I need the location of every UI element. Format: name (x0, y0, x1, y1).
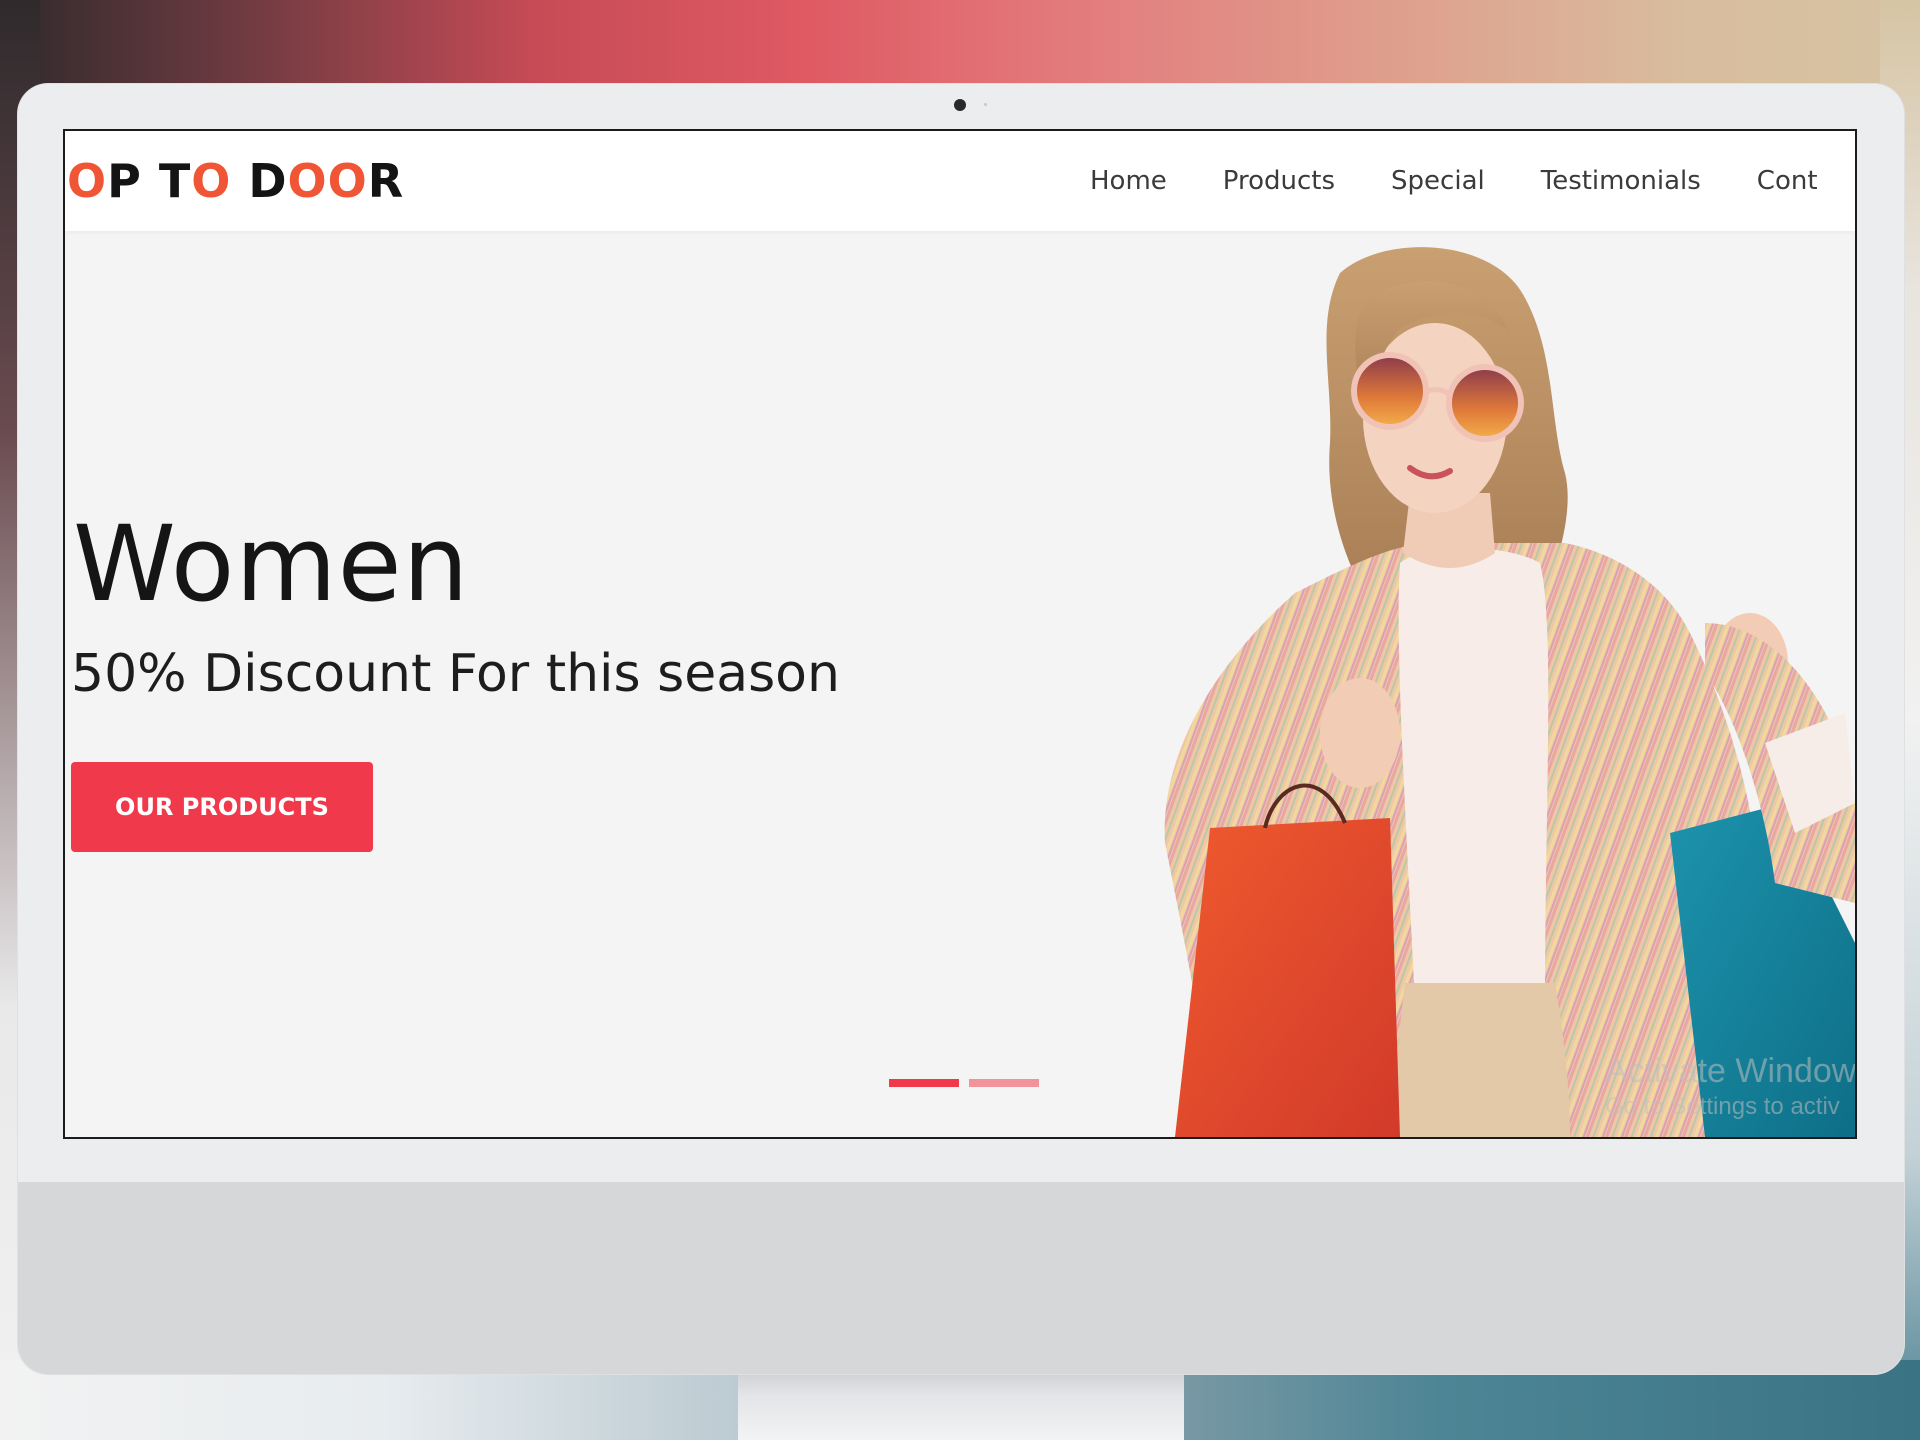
logo-part: P T (107, 154, 192, 208)
hero-subtitle: 50% Discount For this season (71, 644, 840, 704)
hero-title: Women (73, 503, 470, 625)
monitor-chin (18, 1182, 1904, 1374)
camera-sensor (984, 103, 987, 106)
monitor-frame: OP TO DOOR Home Products Special Testimonia… (18, 84, 1904, 1374)
carousel-indicator[interactable] (969, 1079, 1039, 1087)
nav-item-products[interactable]: Products (1223, 131, 1335, 231)
carousel-indicators (889, 1079, 1039, 1087)
nav-item-cont[interactable]: Cont (1757, 131, 1818, 231)
monitor-stand (738, 1372, 1184, 1440)
nav-links: Home Products Special Testimonials Cont (1090, 131, 1855, 231)
activation-watermark: Activate Window Go to Settings to activ (1605, 1051, 1857, 1123)
carousel-indicator[interactable] (889, 1079, 959, 1087)
logo-part: OO (287, 154, 368, 208)
logo-part: R (367, 154, 405, 208)
our-products-button[interactable]: OUR PRODUCTS (71, 762, 373, 852)
nav-item-special[interactable]: Special (1391, 131, 1485, 231)
watermark-title: Activate Window (1605, 1052, 1857, 1090)
logo-part: O (191, 154, 232, 208)
watermark-subtitle: Go to Settings to activ (1605, 1093, 1840, 1120)
site-logo[interactable]: OP TO DOOR (67, 153, 404, 209)
camera-icon (954, 99, 966, 111)
navbar: OP TO DOOR Home Products Special Testimonia… (65, 131, 1855, 231)
nav-item-home[interactable]: Home (1090, 131, 1167, 231)
website-screen: OP TO DOOR Home Products Special Testimonia… (63, 129, 1857, 1139)
logo-part: O (67, 154, 108, 208)
logo-part: D (231, 154, 288, 208)
woman-shopping-image (1164, 247, 1855, 1137)
nav-item-testimonials[interactable]: Testimonials (1541, 131, 1701, 231)
